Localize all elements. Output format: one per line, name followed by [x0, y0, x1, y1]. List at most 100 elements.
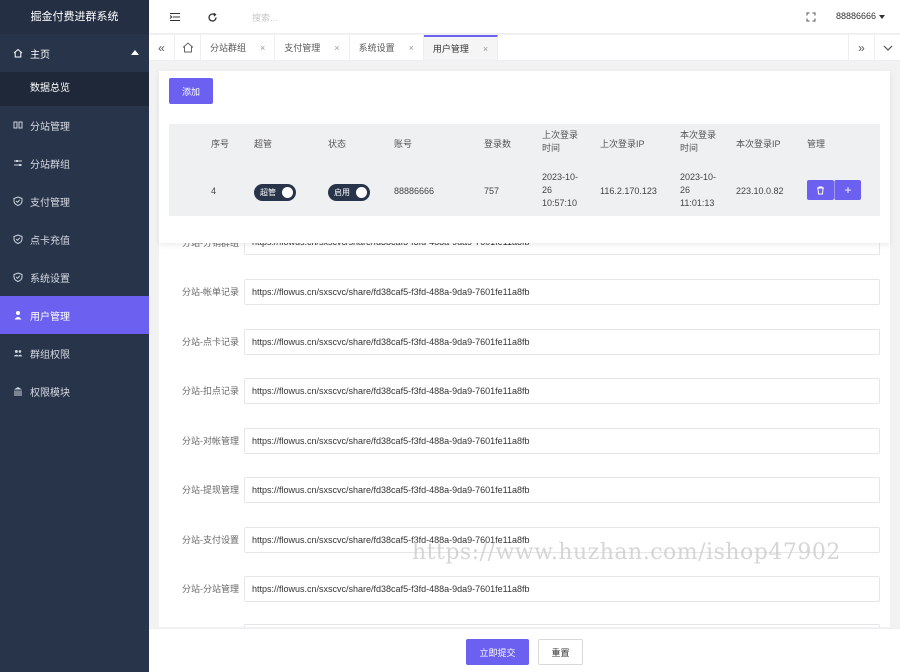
url-field[interactable]: https://flowus.cn/sxscvc/share/fd38caf5-…: [244, 576, 880, 602]
fullscreen-icon[interactable]: [804, 10, 818, 24]
form-label: 分站-帐单记录: [182, 287, 239, 297]
sidebar-item-label: 支付管理: [30, 197, 70, 209]
col-header: 管理: [807, 139, 826, 149]
form-row: 分站-对帐管理 https://flowus.cn/sxscvc/share/f…: [159, 428, 890, 468]
sidebar-item-user-manage[interactable]: 用户管理: [0, 296, 149, 334]
toggle-knob: [282, 187, 293, 198]
form-row-partial: [159, 624, 890, 627]
cell-index: 4: [211, 186, 217, 196]
add-button[interactable]: 添加: [169, 78, 213, 104]
cell-last-login-ip: 116.2.170.123: [600, 186, 657, 196]
toggle-label: 超管: [260, 188, 276, 197]
caret-up-icon: [131, 50, 139, 55]
sidebar-item-data-overview[interactable]: 数据总览: [0, 72, 149, 106]
form-row: 分站-扣点记录 https://flowus.cn/sxscvc/share/f…: [159, 378, 890, 418]
sidebar-item-system-settings[interactable]: 系统设置: [0, 258, 149, 296]
col-header: 上次登录时间: [542, 130, 579, 153]
sidebar-item-label: 主页: [30, 49, 50, 61]
tabs-scroll-right-icon[interactable]: »: [848, 35, 874, 60]
col-header: 状态: [328, 139, 347, 149]
form-row: 分站-提现管理 https://flowus.cn/sxscvc/share/f…: [159, 477, 890, 517]
sidebar-item-label: 群组权限: [30, 349, 70, 361]
url-field[interactable]: https://flowus.cn/sxscvc/share/fd38caf5-…: [244, 279, 880, 305]
close-icon[interactable]: ×: [409, 43, 414, 53]
sidebar-item-label: 权限模块: [30, 387, 70, 399]
app-title: 掘金付费进群系统: [0, 0, 149, 34]
tab-user-manage[interactable]: 用户管理 ×: [423, 35, 499, 60]
form-label: 分站-对帐管理: [182, 436, 239, 446]
form-row: 分站-帐单记录 https://flowus.cn/sxscvc/share/f…: [159, 279, 890, 319]
reset-button[interactable]: 重置: [538, 639, 583, 665]
close-icon[interactable]: ×: [260, 43, 265, 53]
tab-label: 支付管理: [284, 43, 321, 53]
form-row: 分站-点卡记录 https://flowus.cn/sxscvc/share/f…: [159, 329, 890, 369]
super-admin-toggle[interactable]: 超管: [254, 184, 296, 201]
col-header: 本次登录时间: [680, 130, 717, 153]
form-label: 分站-分站管理: [182, 584, 239, 594]
shield-check-icon: [13, 234, 23, 244]
col-header: 超管: [254, 139, 273, 149]
refresh-icon[interactable]: [205, 10, 219, 24]
user-menu[interactable]: 88886666: [836, 11, 885, 21]
tabs-scroll-left-icon[interactable]: «: [149, 35, 175, 60]
cell-this-login-ip: 223.10.0.82: [736, 186, 784, 196]
toggle-label: 启用: [334, 188, 350, 197]
menu-fold-icon[interactable]: [168, 10, 182, 24]
col-header: 账号: [394, 139, 413, 149]
sidebar-item-permission-modules[interactable]: 权限模块: [0, 372, 149, 410]
columns-icon: [13, 120, 23, 130]
sidebar-item-substation-groups[interactable]: 分站群组: [0, 144, 149, 182]
cell-last-login-time: 2023-10-26 10:57:10: [542, 172, 579, 208]
col-header: 上次登录IP: [600, 139, 645, 149]
tabs-spacer: [498, 35, 848, 60]
add-row-button[interactable]: +: [834, 180, 861, 200]
url-field[interactable]: [244, 624, 880, 627]
close-icon[interactable]: ×: [334, 43, 339, 53]
shield-check-icon: [13, 196, 23, 206]
sidebar-item-payment[interactable]: 支付管理: [0, 182, 149, 220]
delete-button[interactable]: [807, 180, 834, 200]
plus-icon: +: [844, 183, 852, 197]
sidebar-item-label: 分站群组: [30, 159, 70, 171]
url-field[interactable]: https://flowus.cn/sxscvc/share/fd38caf5-…: [244, 378, 880, 404]
cell-account: 88886666: [394, 186, 435, 196]
url-field[interactable]: https://flowus.cn/sxscvc/share/fd38caf5-…: [244, 329, 880, 355]
form-row: 分站-分站管理 https://flowus.cn/sxscvc/share/f…: [159, 576, 890, 616]
col-header: 本次登录IP: [736, 139, 781, 149]
col-header: 序号: [211, 139, 230, 149]
bank-icon: [13, 386, 23, 396]
sidebar-item-substation-manage[interactable]: 分站管理: [0, 106, 149, 144]
tab-payment[interactable]: 支付管理 ×: [275, 35, 350, 60]
col-header: 登录数: [484, 139, 512, 149]
sidebar-item-label: 系统设置: [30, 273, 70, 285]
url-field[interactable]: https://flowus.cn/sxscvc/share/fd38caf5-…: [244, 428, 880, 454]
close-icon[interactable]: ×: [483, 44, 488, 54]
cell-this-login-time: 2023-10-26 11:01:13: [680, 172, 717, 208]
watermark-text: https://www.huzhan.com/ishop47902: [412, 540, 841, 565]
tab-substation-groups[interactable]: 分站群组 ×: [201, 35, 276, 60]
sidebar-item-card-recharge[interactable]: 点卡充值: [0, 220, 149, 258]
shield-check-icon: [13, 272, 23, 282]
tab-label: 分站群组: [210, 43, 247, 53]
form-label: 分站-支付设置: [182, 535, 239, 545]
tabs-dropdown-icon[interactable]: [874, 35, 900, 60]
home-icon: [13, 48, 23, 58]
user-icon: [13, 310, 23, 320]
status-toggle[interactable]: 启用: [328, 184, 370, 201]
sidebar-item-group-permissions[interactable]: 群组权限: [0, 334, 149, 372]
url-field[interactable]: https://flowus.cn/sxscvc/share/fd38caf5-…: [244, 477, 880, 503]
sidebar-item-home[interactable]: 主页: [0, 34, 149, 72]
sidebar: 掘金付费进群系统 主页 数据总览 分站管理 分站群组 支付管理 点卡充值 系统设…: [0, 0, 149, 672]
form-label: 分站-提现管理: [182, 485, 239, 495]
top-bar: 搜索... 88886666: [149, 0, 900, 34]
sidebar-item-label: 分站管理: [30, 121, 70, 133]
submit-button[interactable]: 立即提交: [466, 639, 529, 665]
username: 88886666: [835, 11, 876, 21]
tab-bar: « 分站群组 × 支付管理 × 系统设置 × 用户管理 × »: [149, 35, 900, 61]
trash-icon: [817, 186, 824, 194]
search-input[interactable]: 搜索...: [252, 11, 278, 24]
form-footer: 立即提交 重置: [149, 628, 900, 672]
home-tab-icon[interactable]: [175, 35, 201, 60]
tab-system-settings[interactable]: 系统设置 ×: [350, 35, 424, 60]
tab-label: 系统设置: [358, 43, 395, 53]
